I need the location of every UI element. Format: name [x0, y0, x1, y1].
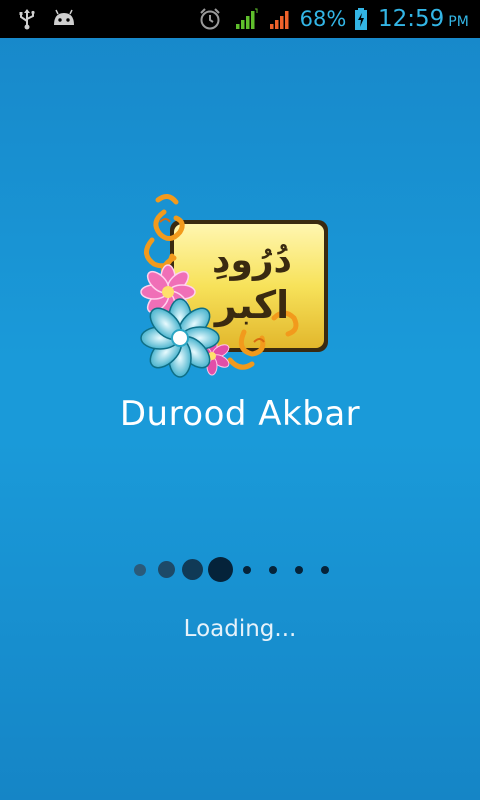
loading-dot — [243, 566, 251, 574]
splash-screen: 68% 12:59 PM دُرُودِ اکبر Durood Akbar L… — [0, 0, 480, 800]
battery-percent: 68% — [299, 7, 347, 31]
usb-icon — [14, 0, 40, 38]
app-title: Durood Akbar — [119, 394, 361, 434]
clock-ampm: PM — [448, 14, 469, 30]
loading-indicator — [130, 552, 340, 588]
loading-dot — [208, 557, 233, 582]
loading-text: Loading... — [183, 616, 297, 642]
signal-icon — [234, 0, 260, 38]
status-bar: 68% 12:59 PM — [0, 0, 480, 38]
loading-dot — [182, 559, 203, 580]
clock: 12:59 PM — [378, 0, 478, 38]
clock-time: 12:59 — [378, 6, 445, 32]
alarm-icon — [196, 0, 224, 38]
loading-dot — [158, 561, 175, 578]
svg-text:دُرُودِ: دُرُودِ — [212, 240, 292, 281]
battery-charging-icon — [352, 0, 370, 38]
signal-icon — [268, 0, 294, 38]
android-debug-icon — [50, 0, 78, 38]
svg-text:اکبر: اکبر — [213, 283, 289, 327]
loading-dot — [134, 564, 146, 576]
loading-dot — [295, 566, 303, 574]
loading-dot — [269, 566, 277, 574]
app-logo: دُرُودِ اکبر — [134, 192, 338, 388]
loading-dot — [321, 566, 329, 574]
